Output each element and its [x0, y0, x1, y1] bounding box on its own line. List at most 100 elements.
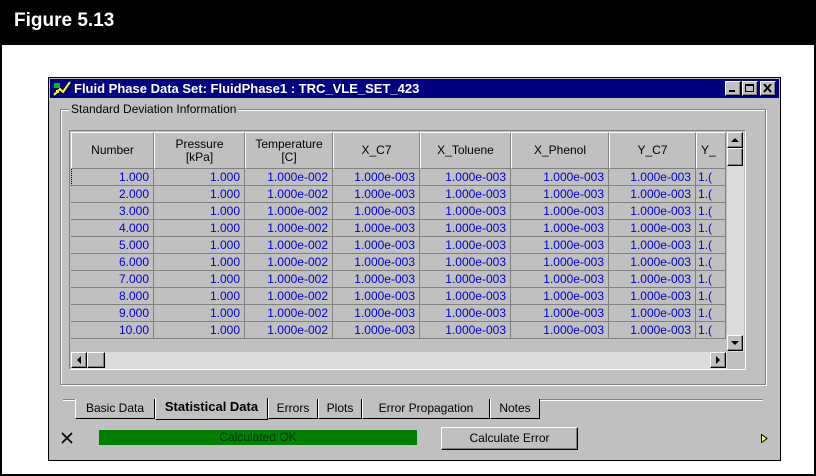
table-cell[interactable]: 5.000 — [71, 237, 154, 254]
table-cell[interactable]: 1.000e-003 — [420, 254, 511, 271]
table-cell[interactable]: 1.000e-003 — [420, 288, 511, 305]
table-cell[interactable]: 1.000e-003 — [511, 169, 609, 186]
table-cell[interactable]: 1.000e-002 — [245, 203, 333, 220]
table-cell[interactable]: 1.( — [696, 186, 726, 203]
table-cell[interactable]: 4.000 — [71, 220, 154, 237]
table-cell[interactable]: 1.000e-003 — [511, 254, 609, 271]
table-cell[interactable]: 1.000e-003 — [333, 288, 420, 305]
table-cell[interactable]: 1.000e-002 — [245, 186, 333, 203]
table-cell[interactable]: 1.000e-003 — [333, 254, 420, 271]
table-cell[interactable]: 1.000e-003 — [511, 186, 609, 203]
table-row[interactable]: 8.000 1.000 1.000e-002 1.000e-003 1.000e-003… — [71, 288, 726, 305]
minimize-button[interactable] — [725, 81, 741, 96]
table-cell[interactable]: 1.000 — [154, 271, 245, 288]
table-cell[interactable]: 1.( — [696, 288, 726, 305]
table-cell[interactable]: 1.( — [696, 254, 726, 271]
table-cell[interactable]: 1.000e-003 — [333, 322, 420, 339]
table-cell[interactable]: 1.000e-002 — [245, 322, 333, 339]
column-header[interactable]: Temperature [C] — [245, 132, 333, 169]
table-cell[interactable]: 1.000e-003 — [333, 237, 420, 254]
table-cell[interactable]: 1.000 — [154, 220, 245, 237]
table-cell[interactable]: 1.000e-002 — [245, 220, 333, 237]
column-header[interactable]: Pressure [kPa] — [154, 132, 245, 169]
vertical-scroll-thumb[interactable] — [727, 148, 743, 166]
horizontal-scrollbar[interactable] — [71, 352, 727, 369]
tab-errors[interactable]: Errors — [268, 399, 318, 419]
table-row[interactable]: 9.000 1.000 1.000e-002 1.000e-003 1.000e-003… — [71, 305, 726, 322]
table-cell[interactable]: 1.000e-003 — [609, 305, 696, 322]
table-cell[interactable]: 1.000e-003 — [609, 186, 696, 203]
column-header[interactable]: X_Toluene — [420, 132, 511, 169]
table-cell[interactable]: 1.000 — [154, 322, 245, 339]
table-cell[interactable]: 1.000e-002 — [245, 254, 333, 271]
table-cell[interactable]: 1.000e-003 — [609, 322, 696, 339]
table-cell[interactable]: 1.( — [696, 169, 726, 186]
tab-notes[interactable]: Notes — [490, 399, 540, 419]
table-cell[interactable]: 1.000e-003 — [420, 203, 511, 220]
table-row[interactable]: 4.000 1.000 1.000e-002 1.000e-003 1.000e-003… — [71, 220, 726, 237]
table-cell[interactable]: 1.( — [696, 237, 726, 254]
table-cell[interactable]: 1.000 — [154, 237, 245, 254]
table-cell[interactable]: 6.000 — [71, 254, 154, 271]
table-cell[interactable]: 1.000e-002 — [245, 271, 333, 288]
column-header[interactable]: X_C7 — [333, 132, 420, 169]
table-cell[interactable]: 9.000 — [71, 305, 154, 322]
calculate-error-button[interactable]: Calculate Error — [441, 427, 578, 450]
table-cell[interactable]: 1.000 — [154, 288, 245, 305]
table-cell[interactable]: 1.000e-003 — [333, 169, 420, 186]
table-cell[interactable]: 1.000e-003 — [333, 220, 420, 237]
tab-basic-data[interactable]: Basic Data — [75, 399, 155, 419]
table-cell[interactable]: 1.000e-003 — [609, 203, 696, 220]
table-cell[interactable]: 1.000e-003 — [420, 186, 511, 203]
play-arrow-icon[interactable] — [761, 434, 768, 443]
table-cell[interactable]: 1.000e-003 — [511, 305, 609, 322]
table-cell[interactable]: 1.000 — [154, 254, 245, 271]
table-cell[interactable]: 1.000e-003 — [511, 271, 609, 288]
table-cell[interactable]: 1.000 — [71, 169, 154, 186]
table-cell[interactable]: 1.000e-003 — [420, 271, 511, 288]
table-cell[interactable]: 1.000e-003 — [511, 220, 609, 237]
table-cell[interactable]: 1.000e-003 — [420, 305, 511, 322]
table-cell[interactable]: 1.( — [696, 305, 726, 322]
table-cell[interactable]: 1.000 — [154, 169, 245, 186]
table-row[interactable]: 3.000 1.000 1.000e-002 1.000e-003 1.000e-003… — [71, 203, 726, 220]
tab-error-propagation[interactable]: Error Propagation — [362, 399, 490, 419]
table-cell[interactable]: 1.000e-003 — [511, 322, 609, 339]
table-cell[interactable]: 1.000e-003 — [511, 203, 609, 220]
table-cell[interactable]: 1.000e-003 — [511, 237, 609, 254]
table-cell[interactable]: 1.000 — [154, 186, 245, 203]
scroll-right-button[interactable] — [710, 352, 726, 368]
table-cell[interactable]: 1.000e-003 — [333, 305, 420, 322]
table-cell[interactable]: 1.( — [696, 203, 726, 220]
table-cell[interactable]: 3.000 — [71, 203, 154, 220]
tab-plots[interactable]: Plots — [318, 399, 362, 419]
table-cell[interactable]: 1.000e-003 — [609, 254, 696, 271]
scroll-up-button[interactable] — [727, 132, 743, 148]
table-cell[interactable]: 7.000 — [71, 271, 154, 288]
table-cell[interactable]: 1.( — [696, 220, 726, 237]
table-row[interactable]: 1.000 1.000 1.000e-002 1.000e-003 1.000e-003… — [71, 169, 726, 186]
table-cell[interactable]: 1.000e-003 — [511, 288, 609, 305]
table-cell[interactable]: 1.000e-003 — [420, 237, 511, 254]
table-cell[interactable]: 1.000e-003 — [420, 169, 511, 186]
table-cell[interactable]: 1.000e-003 — [333, 271, 420, 288]
table-cell[interactable]: 1.000e-002 — [245, 237, 333, 254]
table-cell[interactable]: 1.000e-003 — [609, 220, 696, 237]
table-row[interactable]: 6.000 1.000 1.000e-002 1.000e-003 1.000e-003… — [71, 254, 726, 271]
column-header[interactable]: X_Phenol — [511, 132, 609, 169]
table-cell[interactable]: 1.000e-003 — [333, 203, 420, 220]
table-cell[interactable]: 8.000 — [71, 288, 154, 305]
table-cell[interactable]: 1.000e-003 — [333, 186, 420, 203]
table-cell[interactable]: 1.000e-003 — [609, 288, 696, 305]
table-cell[interactable]: 1.000e-002 — [245, 288, 333, 305]
table-cell[interactable]: 1.000 — [154, 203, 245, 220]
table-cell[interactable]: 10.00 — [71, 322, 154, 339]
table-row[interactable]: 7.000 1.000 1.000e-002 1.000e-003 1.000e-003… — [71, 271, 726, 288]
table-cell[interactable]: 1.000e-003 — [609, 237, 696, 254]
table-row[interactable]: 2.000 1.000 1.000e-002 1.000e-003 1.000e-003… — [71, 186, 726, 203]
scroll-down-button[interactable] — [727, 335, 743, 351]
table-cell[interactable]: 1.000e-003 — [609, 169, 696, 186]
table-cell[interactable]: 1.000e-002 — [245, 169, 333, 186]
table-cell[interactable]: 1.( — [696, 271, 726, 288]
horizontal-scroll-thumb[interactable] — [87, 352, 105, 368]
